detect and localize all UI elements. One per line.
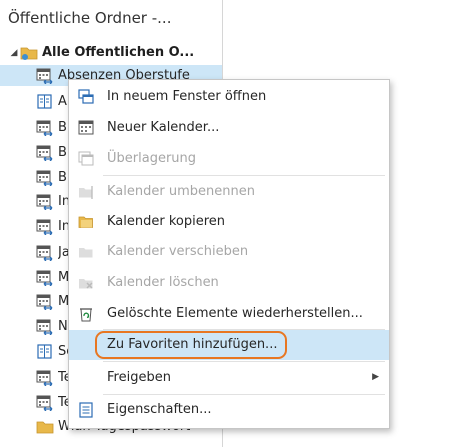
tree-item-label: A xyxy=(58,94,67,109)
overlay-icon xyxy=(78,151,94,166)
calendar-shared-icon xyxy=(36,245,54,261)
delete-folder-icon xyxy=(79,279,93,289)
calendar-shared-icon xyxy=(36,120,54,136)
menu-item-properties[interactable]: Eigenschaften... xyxy=(69,395,389,425)
contacts-icon xyxy=(36,344,54,360)
context-menu: In neuem Fenster öffnen Neuer Kalender..… xyxy=(68,79,390,429)
copy-folder-icon xyxy=(78,216,93,228)
menu-item-label: Kalender löschen xyxy=(107,275,219,290)
menu-item-open-new-window[interactable]: In neuem Fenster öffnen xyxy=(69,82,389,112)
menu-item-label: Freigeben xyxy=(107,370,171,385)
menu-item-copy-calendar[interactable]: Kalender kopieren xyxy=(69,207,389,237)
menu-item-new-calendar[interactable]: Neuer Kalender... xyxy=(69,113,389,143)
calendar-shared-icon xyxy=(36,294,54,310)
calendar-shared-icon xyxy=(36,219,54,235)
calendar-shared-icon xyxy=(36,68,54,84)
menu-item-move-calendar[interactable]: Kalender verschieben xyxy=(69,237,389,267)
expander-icon[interactable]: ◢ xyxy=(8,48,20,58)
properties-icon xyxy=(79,402,93,418)
menu-item-overlay[interactable]: Überlagerung xyxy=(69,144,389,174)
menu-item-rename-calendar[interactable]: Kalender umbenennen xyxy=(69,177,389,207)
menu-item-label: Zu Favoriten hinzufügen... xyxy=(107,337,278,352)
recycle-icon xyxy=(80,308,92,322)
move-folder-icon xyxy=(79,248,93,258)
menu-item-label: In neuem Fenster öffnen xyxy=(107,89,267,104)
contacts-icon xyxy=(36,94,54,110)
folder-pane-title[interactable]: Öffentliche Ordner -... xyxy=(8,9,213,27)
submenu-arrow-icon: ▶ xyxy=(372,372,379,382)
menu-item-add-to-favorites[interactable]: Zu Favoriten hinzufügen... xyxy=(69,330,389,360)
folder-shared-icon xyxy=(36,419,54,435)
calendar-icon xyxy=(78,120,94,135)
menu-item-label: Überlagerung xyxy=(107,151,197,166)
menu-item-share[interactable]: Freigeben ▶ xyxy=(69,363,389,393)
calendar-shared-icon xyxy=(36,370,54,386)
calendar-shared-icon xyxy=(36,194,54,210)
menu-separator xyxy=(103,361,385,362)
rename-icon xyxy=(79,186,93,199)
menu-item-label: Kalender verschieben xyxy=(107,244,249,259)
menu-item-label: Neuer Kalender... xyxy=(107,120,220,135)
menu-item-restore-deleted-items[interactable]: Gelöschte Elemente wiederherstellen... xyxy=(69,299,389,329)
menu-separator xyxy=(103,175,385,176)
open-window-icon xyxy=(78,89,94,104)
calendar-shared-icon xyxy=(36,395,54,411)
tree-root-all-public-folders[interactable]: ◢ Alle Öffentlichen O... xyxy=(0,42,222,63)
calendar-shared-icon xyxy=(36,145,54,161)
calendar-shared-icon xyxy=(36,270,54,286)
calendar-shared-icon xyxy=(36,170,54,186)
menu-item-label: Kalender kopieren xyxy=(107,214,226,229)
tree-item-label: N xyxy=(58,319,68,334)
tree-root-label: Alle Öffentlichen O... xyxy=(42,45,195,60)
menu-item-label: Gelöschte Elemente wiederherstellen... xyxy=(107,306,363,321)
menu-item-label: Kalender umbenennen xyxy=(107,184,255,199)
menu-item-label: Eigenschaften... xyxy=(107,402,212,417)
menu-item-delete-calendar[interactable]: Kalender löschen xyxy=(69,268,389,298)
calendar-shared-icon xyxy=(36,319,54,335)
public-folder-icon xyxy=(20,45,38,61)
